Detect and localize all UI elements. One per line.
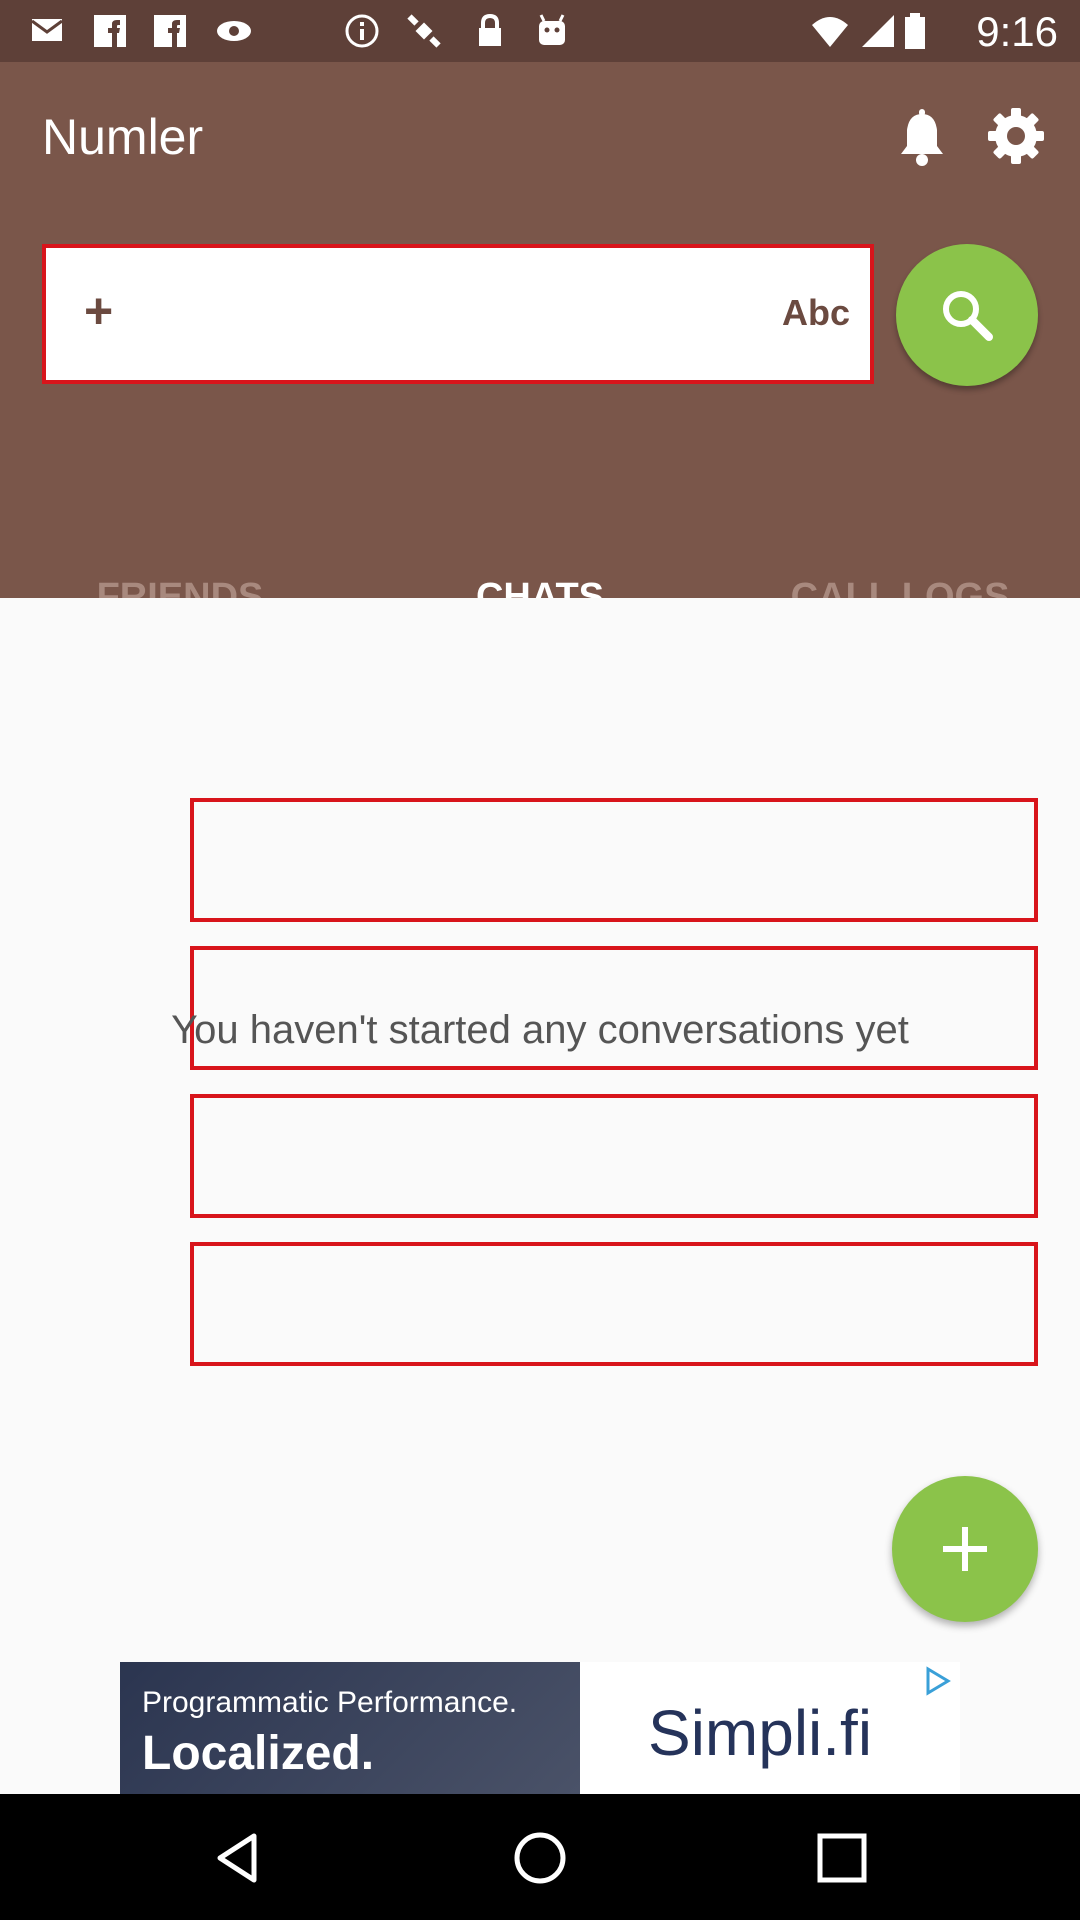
search-box[interactable]: + Abc <box>42 244 874 384</box>
email-icon <box>31 19 63 41</box>
home-icon[interactable] <box>512 1830 568 1886</box>
android-icon <box>539 14 565 45</box>
signal-icon <box>862 15 894 47</box>
ad-choices-icon[interactable] <box>922 1666 952 1696</box>
status-bar: 9:16 <box>0 0 1080 62</box>
ad-image: Programmatic Performance. Localized. <box>120 1662 580 1794</box>
recents-icon[interactable] <box>814 1830 870 1886</box>
wifi-icon <box>812 17 848 47</box>
search-input[interactable] <box>156 278 716 350</box>
add-icon <box>943 1527 987 1571</box>
satellite-icon <box>407 14 441 48</box>
highlight-box <box>190 798 1038 922</box>
new-chat-button[interactable] <box>892 1476 1038 1622</box>
app-bar: Numler + Abc FRIENDS CHATS CALL LOGS <box>0 62 1080 658</box>
bell-icon[interactable] <box>895 108 949 168</box>
empty-state-message: You haven't started any conversations ye… <box>171 1008 909 1052</box>
add-contact-icon[interactable]: + <box>84 282 113 340</box>
gear-icon[interactable] <box>986 106 1046 166</box>
search-button[interactable] <box>896 244 1038 386</box>
ad-headline: Programmatic Performance. <box>142 1686 518 1719</box>
keyboard-mode-toggle[interactable]: Abc <box>782 292 850 334</box>
ad-brand: Simpli.fi <box>648 1697 873 1769</box>
ad-subheadline: Localized. <box>142 1727 375 1780</box>
info-icon <box>345 14 379 48</box>
navigation-bar <box>0 1794 1080 1920</box>
lock-icon <box>479 13 501 46</box>
search-icon <box>943 291 993 341</box>
facebook-icon <box>94 15 126 47</box>
battery-icon <box>905 13 925 49</box>
facebook-icon <box>154 15 186 47</box>
eye-icon <box>217 21 251 41</box>
app-title: Numler <box>42 109 204 165</box>
highlight-box <box>190 1094 1038 1218</box>
status-time: 9:16 <box>976 8 1058 55</box>
back-icon[interactable] <box>210 1830 266 1886</box>
ad-banner[interactable]: Programmatic Performance. Localized. Sim… <box>120 1662 960 1794</box>
highlight-box <box>190 1242 1038 1366</box>
